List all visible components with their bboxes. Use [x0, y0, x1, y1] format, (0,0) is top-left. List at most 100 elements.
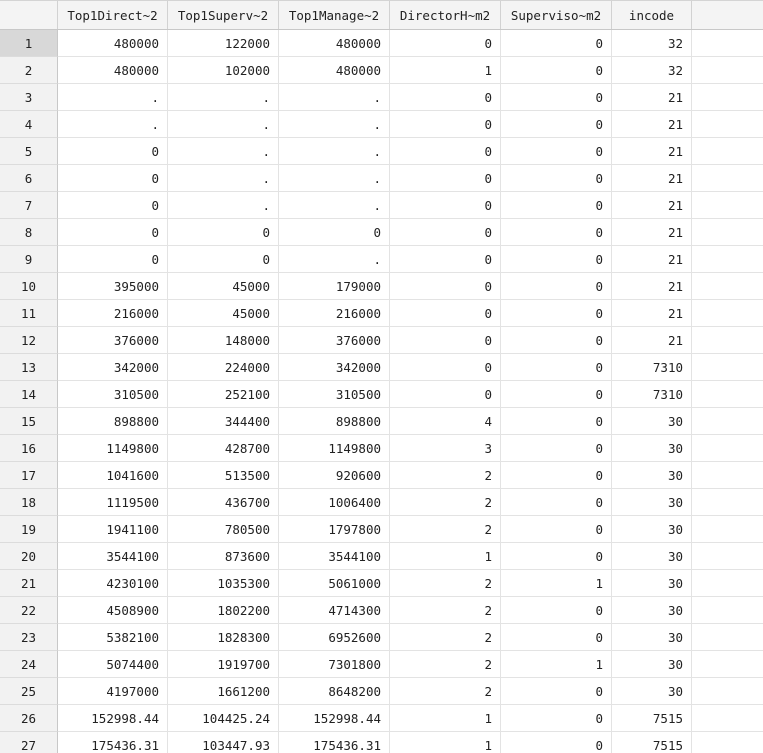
table-cell[interactable]: 0 — [501, 543, 612, 570]
table-cell[interactable]: 342000 — [58, 354, 168, 381]
table-cell[interactable]: 0 — [390, 30, 501, 57]
table-cell[interactable]: 0 — [390, 354, 501, 381]
table-cell[interactable]: 0 — [58, 165, 168, 192]
table-cell[interactable]: 0 — [501, 435, 612, 462]
table-cell[interactable]: 1919700 — [168, 651, 279, 678]
table-cell[interactable]: 30 — [612, 570, 692, 597]
table-cell[interactable]: 0 — [501, 678, 612, 705]
table-cell[interactable]: 0 — [501, 192, 612, 219]
table-cell[interactable]: . — [168, 111, 279, 138]
table-cell[interactable]: 2 — [390, 462, 501, 489]
table-cell[interactable]: 898800 — [279, 408, 390, 435]
table-cell[interactable]: 0 — [501, 381, 612, 408]
table-cell[interactable]: 1797800 — [279, 516, 390, 543]
table-cell[interactable]: 0 — [501, 462, 612, 489]
table-cell[interactable]: 104425.24 — [168, 705, 279, 732]
table-row[interactable]: 5 0.. 0 0 21 — [0, 138, 763, 165]
table-row[interactable]: 4... 0 0 21 — [0, 111, 763, 138]
table-cell[interactable]: 2 — [390, 489, 501, 516]
table-cell[interactable]: 480000 — [279, 57, 390, 84]
table-cell[interactable]: 4714300 — [279, 597, 390, 624]
table-cell[interactable]: 7301800 — [279, 651, 390, 678]
table-cell[interactable]: 480000 — [58, 30, 168, 57]
table-cell[interactable]: 1802200 — [168, 597, 279, 624]
table-cell[interactable]: 3 — [390, 435, 501, 462]
table-row[interactable]: 25 4197000 1661200 8648200 2 0 30 — [0, 678, 763, 705]
table-cell[interactable]: 0 — [390, 219, 501, 246]
table-cell[interactable]: 21 — [612, 111, 692, 138]
table-cell[interactable]: 30 — [612, 462, 692, 489]
row-number[interactable]: 19 — [0, 516, 58, 543]
table-cell[interactable]: . — [168, 192, 279, 219]
table-cell[interactable]: 0 — [390, 273, 501, 300]
table-cell[interactable]: . — [279, 138, 390, 165]
table-cell[interactable]: 1 — [501, 651, 612, 678]
table-row[interactable]: 27 175436.31 103447.93 175436.31 1 0 7515 — [0, 732, 763, 753]
table-row[interactable]: 3... 0 0 21 — [0, 84, 763, 111]
table-cell[interactable]: 2 — [390, 651, 501, 678]
table-cell[interactable]: 0 — [168, 246, 279, 273]
corner-cell[interactable] — [0, 1, 58, 29]
row-number[interactable]: 13 — [0, 354, 58, 381]
row-number[interactable]: 16 — [0, 435, 58, 462]
table-cell[interactable]: 21 — [612, 327, 692, 354]
table-cell[interactable]: . — [279, 111, 390, 138]
row-number[interactable]: 14 — [0, 381, 58, 408]
table-cell[interactable]: 436700 — [168, 489, 279, 516]
table-cell[interactable]: 1119500 — [58, 489, 168, 516]
table-cell[interactable]: 0 — [390, 111, 501, 138]
table-cell[interactable]: 30 — [612, 651, 692, 678]
table-cell[interactable]: 1661200 — [168, 678, 279, 705]
table-cell[interactable]: 7310 — [612, 354, 692, 381]
row-number[interactable]: 11 — [0, 300, 58, 327]
column-header[interactable]: Top1Superv~2 — [168, 1, 279, 29]
table-cell[interactable]: 216000 — [279, 300, 390, 327]
table-cell[interactable]: 1 — [390, 57, 501, 84]
table-row[interactable]: 24 5074400 1919700 7301800 2 1 30 — [0, 651, 763, 678]
row-number[interactable]: 9 — [0, 246, 58, 273]
table-cell[interactable]: 1006400 — [279, 489, 390, 516]
table-cell[interactable]: 216000 — [58, 300, 168, 327]
table-cell[interactable]: 0 — [390, 138, 501, 165]
table-cell[interactable]: 342000 — [279, 354, 390, 381]
table-cell[interactable]: 252100 — [168, 381, 279, 408]
table-cell[interactable]: 30 — [612, 489, 692, 516]
table-cell[interactable]: 780500 — [168, 516, 279, 543]
table-cell[interactable]: 32 — [612, 30, 692, 57]
table-cell[interactable]: 152998.44 — [279, 705, 390, 732]
table-cell[interactable]: 8648200 — [279, 678, 390, 705]
table-cell[interactable]: 0 — [501, 354, 612, 381]
row-number[interactable]: 12 — [0, 327, 58, 354]
table-cell[interactable]: 0 — [501, 111, 612, 138]
row-number[interactable]: 18 — [0, 489, 58, 516]
table-cell[interactable]: 4508900 — [58, 597, 168, 624]
table-cell[interactable]: . — [279, 165, 390, 192]
row-number[interactable]: 2 — [0, 57, 58, 84]
table-cell[interactable]: 2 — [390, 516, 501, 543]
table-cell[interactable]: 1035300 — [168, 570, 279, 597]
table-cell[interactable]: 0 — [501, 84, 612, 111]
table-cell[interactable]: 21 — [612, 165, 692, 192]
row-number[interactable]: 8 — [0, 219, 58, 246]
table-cell[interactable]: 30 — [612, 543, 692, 570]
table-cell[interactable]: 122000 — [168, 30, 279, 57]
table-cell[interactable]: 0 — [279, 219, 390, 246]
table-cell[interactable]: . — [279, 84, 390, 111]
table-cell[interactable]: 103447.93 — [168, 732, 279, 753]
table-cell[interactable]: 873600 — [168, 543, 279, 570]
table-cell[interactable]: 4 — [390, 408, 501, 435]
table-cell[interactable]: 45000 — [168, 273, 279, 300]
table-cell[interactable]: 0 — [58, 138, 168, 165]
table-row[interactable]: 14 310500 252100 310500 0 0 7310 — [0, 381, 763, 408]
table-cell[interactable]: 5382100 — [58, 624, 168, 651]
column-header[interactable]: incode — [612, 1, 692, 29]
table-cell[interactable]: 30 — [612, 516, 692, 543]
table-cell[interactable]: 30 — [612, 408, 692, 435]
table-cell[interactable]: 0 — [168, 219, 279, 246]
table-cell[interactable]: 0 — [501, 624, 612, 651]
table-row[interactable]: 26 152998.44 104425.24 152998.44 1 0 7515 — [0, 705, 763, 732]
table-cell[interactable]: 0 — [58, 192, 168, 219]
table-cell[interactable]: 175436.31 — [58, 732, 168, 753]
row-number[interactable]: 10 — [0, 273, 58, 300]
table-row[interactable]: 8 0 0 0 0 0 21 — [0, 219, 763, 246]
